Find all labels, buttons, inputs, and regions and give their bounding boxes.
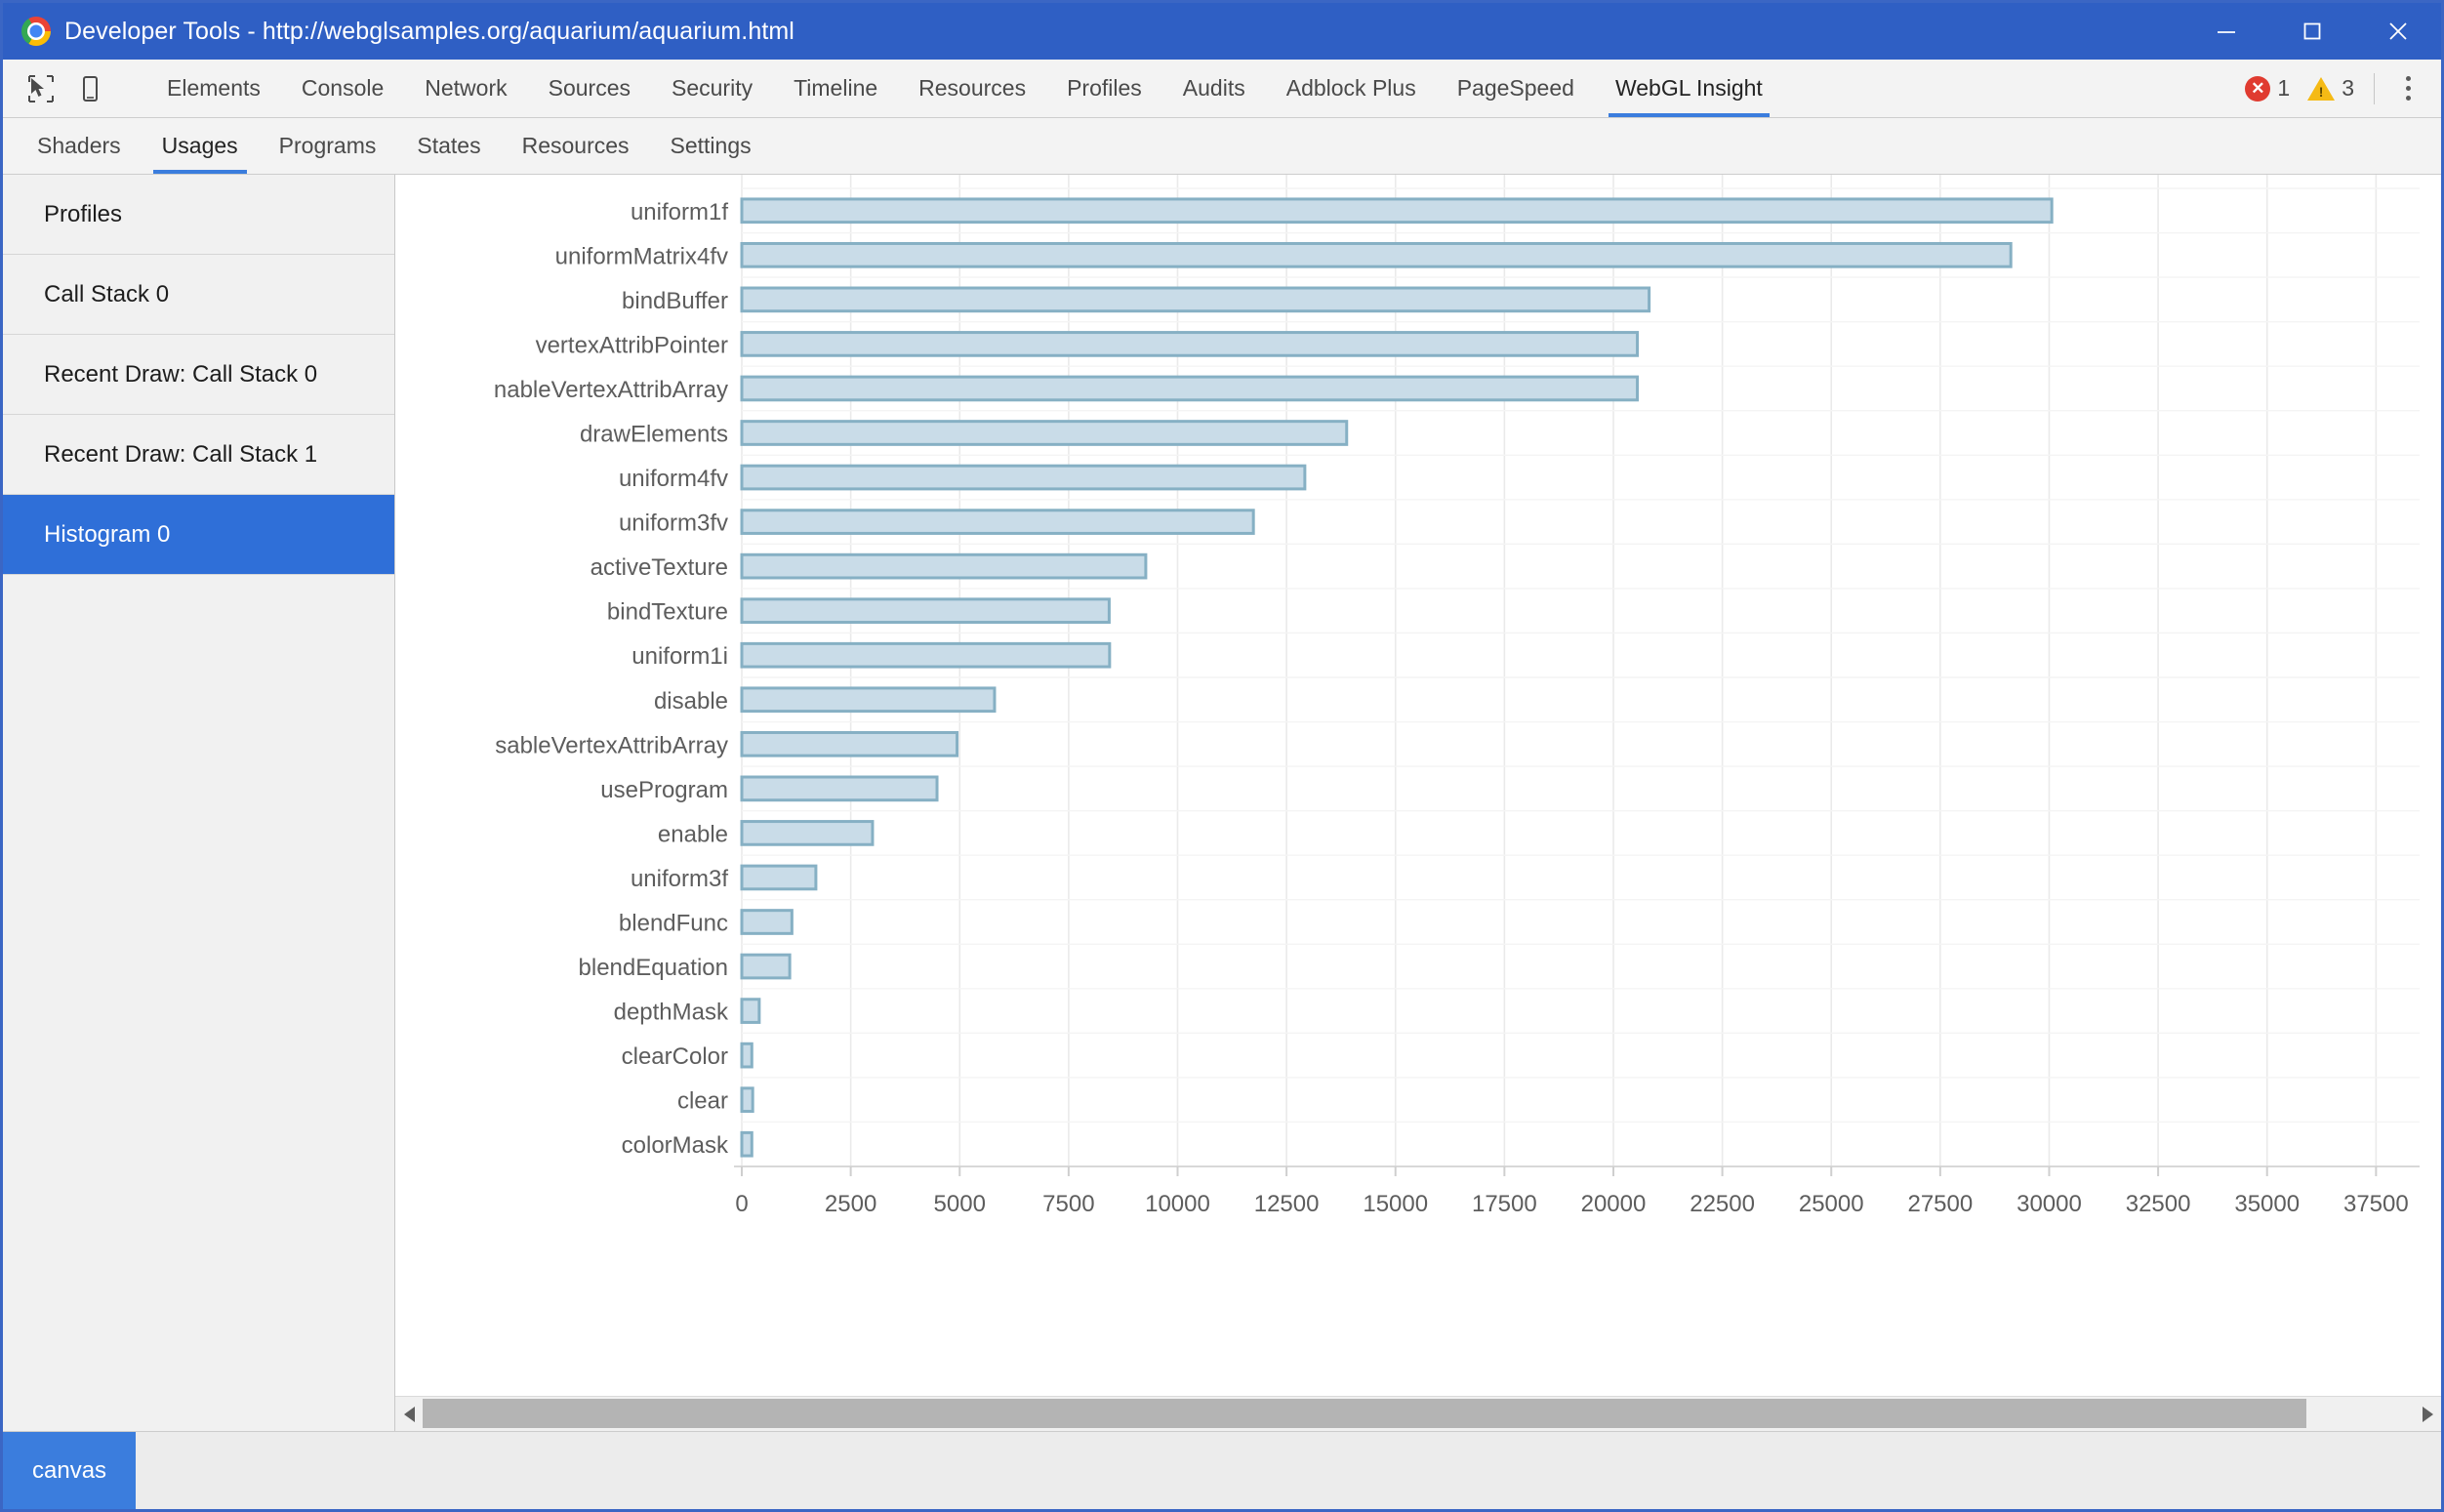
category-label: uniform4fv: [619, 466, 728, 492]
subtab-usages[interactable]: Usages: [142, 118, 259, 174]
x-axis-tick-label: 30000: [2016, 1191, 2082, 1217]
sidebar-item-call-stack-0[interactable]: Call Stack 0: [3, 255, 394, 335]
subtab-programs[interactable]: Programs: [259, 118, 397, 174]
error-count: 1: [2277, 75, 2291, 101]
x-axis-tick-label: 22500: [1690, 1191, 1755, 1217]
scroll-right-arrow-icon[interactable]: [2414, 1397, 2441, 1431]
minimize-icon[interactable]: [2183, 3, 2269, 60]
devtools-window: Developer Tools - http://webglsamples.or…: [0, 0, 2444, 1512]
tab-elements[interactable]: Elements: [146, 60, 281, 117]
tab-resources[interactable]: Resources: [898, 60, 1046, 117]
error-badge[interactable]: ✕ 1: [2245, 75, 2290, 102]
tab-profiles[interactable]: Profiles: [1046, 60, 1162, 117]
x-axis-tick-label: 2500: [825, 1191, 876, 1217]
tab-audits[interactable]: Audits: [1162, 60, 1266, 117]
toolbar-right-divider: [2374, 72, 2375, 104]
maximize-icon[interactable]: [2269, 3, 2355, 60]
content-split: Profiles Call Stack 0 Recent Draw: Call …: [3, 175, 2441, 1431]
scroll-thumb[interactable]: [423, 1398, 2306, 1428]
category-label: useProgram: [600, 777, 728, 803]
subtab-settings[interactable]: Settings: [650, 118, 772, 174]
subtab-shaders[interactable]: Shaders: [17, 118, 142, 174]
device-toolbar-icon[interactable]: [65, 66, 114, 111]
chrome-logo-icon: [21, 17, 51, 46]
subtab-resources[interactable]: Resources: [502, 118, 650, 174]
window-titlebar: Developer Tools - http://webglsamples.or…: [3, 3, 2441, 60]
toolbar-icon-group: [3, 60, 146, 117]
category-label: uniform3fv: [619, 511, 728, 537]
x-axis-tick-label: 32500: [2126, 1191, 2191, 1217]
scroll-track[interactable]: [423, 1397, 2414, 1431]
category-label: sableVertexAttribArray: [495, 732, 728, 758]
x-axis-tick-label: 27500: [1907, 1191, 1973, 1217]
category-label: colorMask: [622, 1132, 729, 1159]
tab-webgl-insight[interactable]: WebGL Insight: [1595, 60, 1783, 117]
category-label: nableVertexAttribArray: [494, 377, 728, 403]
category-label: blendFunc: [619, 911, 728, 937]
category-label: uniformMatrix4fv: [555, 243, 728, 269]
webgl-insight-subtabs: Shaders Usages Programs States Resources…: [3, 118, 2441, 175]
sidebar-empty-space: [3, 575, 394, 1431]
sidebar-item-recent-draw-call-stack-0[interactable]: Recent Draw: Call Stack 0: [3, 335, 394, 415]
tab-pagespeed[interactable]: PageSpeed: [1437, 60, 1595, 117]
x-axis-tick-label: 15000: [1363, 1191, 1428, 1217]
category-label: bindTexture: [607, 599, 728, 626]
window-title: Developer Tools - http://webglsamples.or…: [64, 17, 794, 45]
x-axis-tick-label: 20000: [1581, 1191, 1647, 1217]
histogram-svg: uniform1f uniformMatrix4fv bindBuffer verte…: [494, 175, 2420, 1217]
sidebar-item-recent-draw-call-stack-1[interactable]: Recent Draw: Call Stack 1: [3, 415, 394, 495]
close-icon[interactable]: [2355, 3, 2441, 60]
category-label: clear: [677, 1088, 728, 1115]
category-label: uniform1f: [631, 199, 728, 225]
category-label: disable: [654, 688, 728, 715]
toolbar-status-group: ✕ 1 3: [2245, 60, 2441, 117]
devtools-toolbar: Elements Console Network Sources Securit…: [3, 60, 2441, 118]
sidebar-item-histogram-0[interactable]: Histogram 0: [3, 495, 394, 575]
x-axis-tick-label: 17500: [1472, 1191, 1537, 1217]
usages-sidebar: Profiles Call Stack 0 Recent Draw: Call …: [3, 175, 395, 1431]
category-label: uniform1i: [631, 643, 728, 670]
tab-adblock-plus[interactable]: Adblock Plus: [1266, 60, 1437, 117]
warning-icon: [2307, 76, 2336, 101]
x-axis-tick-label: 0: [735, 1191, 748, 1217]
histogram-chart: uniform1f uniformMatrix4fv bindBuffer verte…: [395, 175, 2441, 1396]
x-axis-tick-label: 7500: [1042, 1191, 1094, 1217]
tab-network[interactable]: Network: [404, 60, 527, 117]
category-label: depthMask: [614, 1000, 729, 1026]
warning-count: 3: [2342, 75, 2354, 101]
window-controls: [2183, 3, 2441, 60]
category-label: enable: [658, 821, 728, 847]
category-label: drawElements: [580, 422, 728, 448]
x-axis-tick-label: 25000: [1799, 1191, 1864, 1217]
tab-console[interactable]: Console: [281, 60, 404, 117]
bottom-bar-empty: [136, 1432, 2441, 1509]
tab-security[interactable]: Security: [651, 60, 773, 117]
panel-tabs: Elements Console Network Sources Securit…: [146, 60, 1783, 117]
canvas-selector-chip[interactable]: canvas: [3, 1432, 137, 1509]
bottom-status-bar: canvas: [3, 1431, 2441, 1509]
kebab-menu-icon[interactable]: [2388, 69, 2427, 108]
scroll-left-arrow-icon[interactable]: [395, 1397, 423, 1431]
warning-badge[interactable]: 3: [2307, 75, 2354, 102]
x-axis-tick-label: 12500: [1254, 1191, 1320, 1217]
category-label: uniform3f: [631, 866, 728, 892]
category-label: bindBuffer: [622, 288, 728, 314]
x-axis-tick-label: 10000: [1145, 1191, 1210, 1217]
x-axis-tick-label: 37500: [2343, 1191, 2409, 1217]
inspect-element-icon[interactable]: [17, 66, 65, 111]
category-label: activeTexture: [591, 554, 728, 581]
category-label: vertexAttribPointer: [536, 332, 728, 358]
subtab-states[interactable]: States: [396, 118, 501, 174]
tab-sources[interactable]: Sources: [528, 60, 651, 117]
x-axis-tick-label: 5000: [934, 1191, 986, 1217]
horizontal-scrollbar[interactable]: [395, 1396, 2441, 1431]
tab-timeline[interactable]: Timeline: [773, 60, 898, 117]
error-icon: ✕: [2245, 75, 2271, 102]
sidebar-item-profiles[interactable]: Profiles: [3, 175, 394, 255]
x-axis-tick-label: 35000: [2234, 1191, 2300, 1217]
histogram-pane: uniform1f uniformMatrix4fv bindBuffer verte…: [395, 175, 2441, 1431]
category-label: clearColor: [622, 1043, 728, 1070]
category-label: blendEquation: [579, 955, 728, 981]
